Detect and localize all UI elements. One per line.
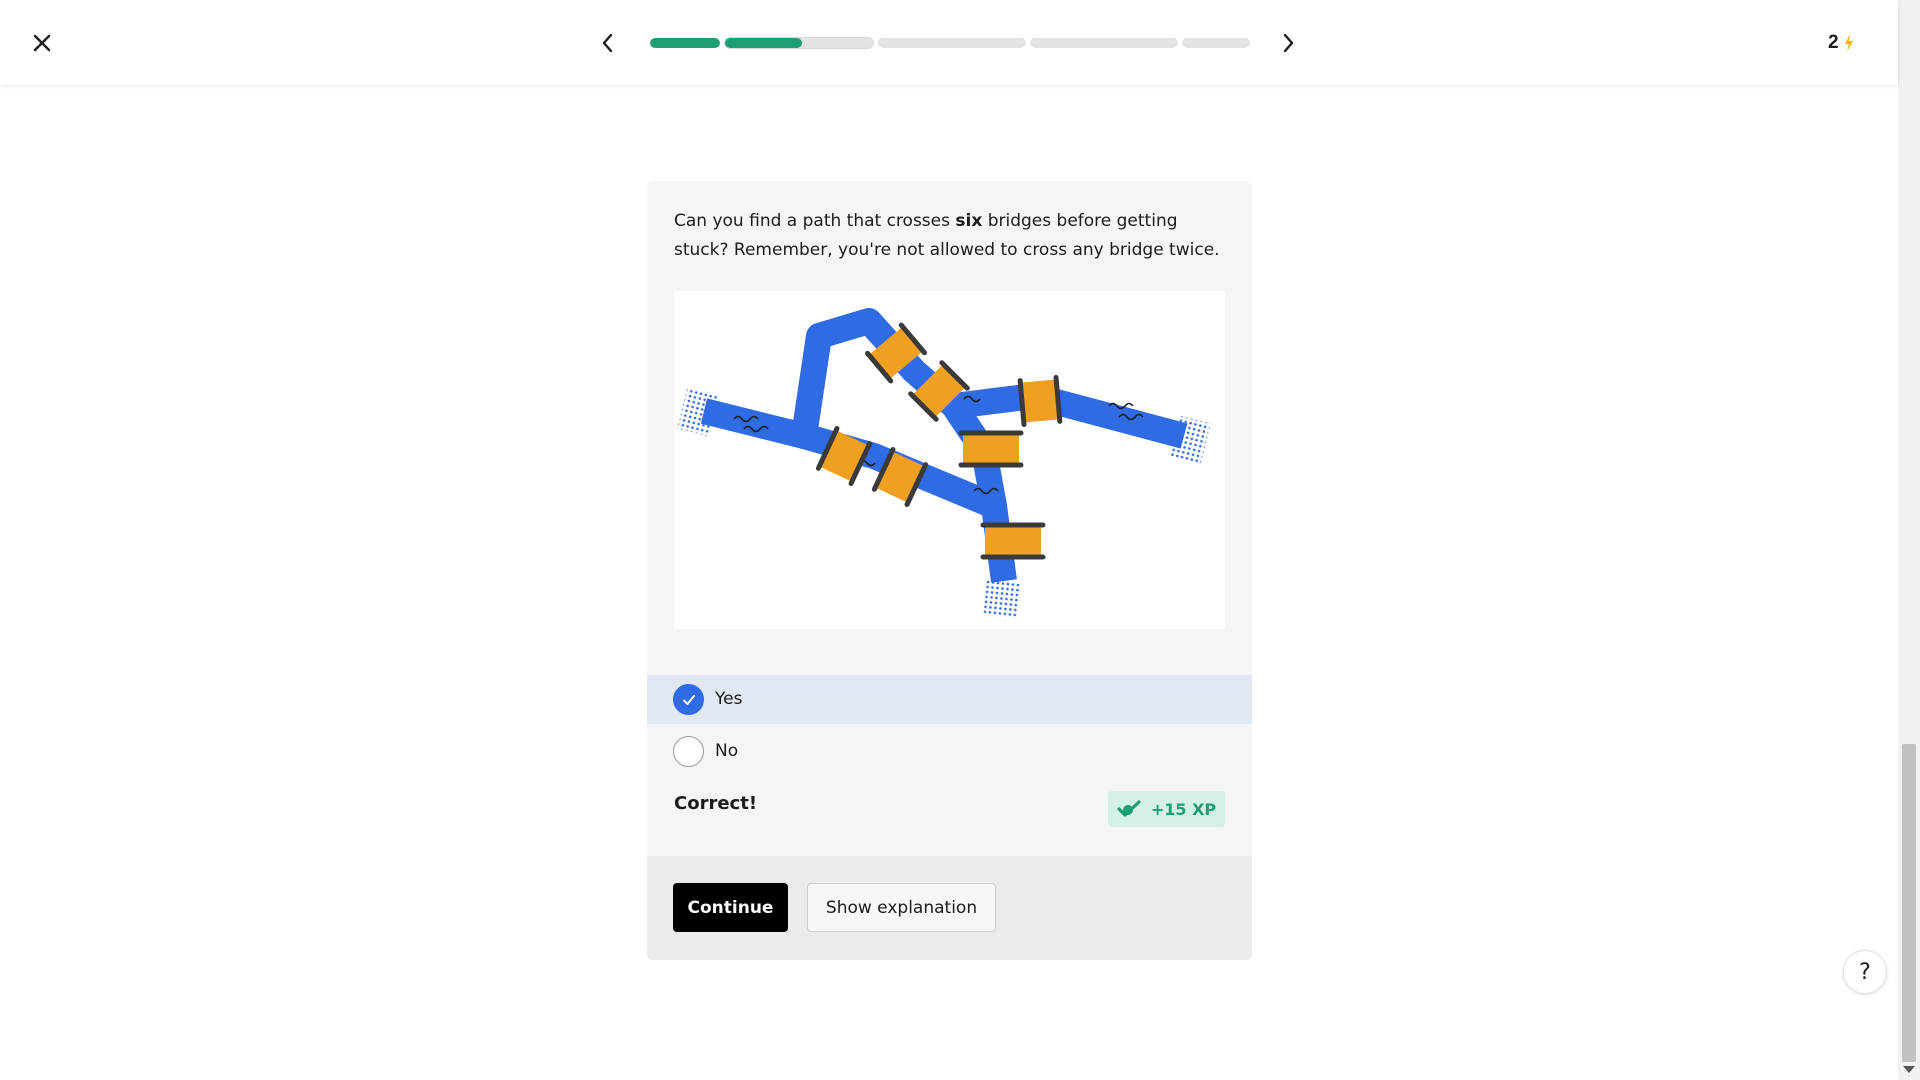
page-scrollbar[interactable] bbox=[1898, 0, 1920, 1080]
progress-segment bbox=[1182, 38, 1250, 48]
option-no[interactable]: No bbox=[647, 727, 1252, 776]
progress-segment-fill bbox=[650, 38, 720, 48]
progress-segment bbox=[725, 38, 873, 48]
progress-segment-fill bbox=[725, 38, 802, 48]
bridge-7 bbox=[980, 522, 1046, 560]
next-button[interactable] bbox=[1274, 29, 1302, 57]
continue-button[interactable]: Continue bbox=[673, 883, 788, 932]
river bbox=[700, 308, 1188, 583]
radio-yes[interactable] bbox=[673, 684, 704, 715]
chevron-left-icon bbox=[602, 33, 613, 53]
check-badge-icon bbox=[1117, 800, 1141, 817]
bridge-4 bbox=[958, 430, 1024, 468]
progress-segment bbox=[1030, 38, 1178, 48]
prompt-emphasis: six bbox=[955, 211, 983, 231]
feedback-result: Correct! bbox=[674, 793, 758, 814]
close-icon bbox=[33, 34, 51, 52]
streak-counter: 2 bbox=[1828, 30, 1855, 56]
previous-button[interactable] bbox=[594, 29, 622, 57]
scroll-down-arrow[interactable] bbox=[1903, 1066, 1915, 1073]
lightning-icon bbox=[1844, 34, 1853, 52]
top-bar: 2 bbox=[0, 0, 1898, 85]
progress-segment bbox=[878, 38, 1026, 48]
show-explanation-button[interactable]: Show explanation bbox=[807, 883, 996, 932]
action-bar: Continue Show explanation bbox=[647, 856, 1252, 960]
river-bridges-illustration bbox=[677, 308, 1211, 617]
question-prompt: Can you find a path that crosses six bri… bbox=[674, 207, 1234, 265]
help-button[interactable]: ? bbox=[1843, 950, 1887, 994]
river-end-west bbox=[677, 387, 719, 437]
close-button[interactable] bbox=[28, 29, 56, 57]
xp-badge: +15 XP bbox=[1108, 791, 1225, 827]
question-card: Can you find a path that crosses six bri… bbox=[647, 181, 1252, 960]
checkmark-icon bbox=[682, 694, 695, 705]
prompt-text: Can you find a path that crosses bbox=[674, 211, 956, 231]
bridge-3 bbox=[1017, 375, 1063, 427]
bridges-figure bbox=[674, 291, 1225, 629]
progress-segment bbox=[650, 38, 720, 48]
lesson-progress bbox=[650, 38, 1250, 48]
option-yes[interactable]: Yes bbox=[647, 675, 1252, 724]
chevron-right-icon bbox=[1283, 33, 1294, 53]
scrollbar-thumb[interactable] bbox=[1902, 744, 1916, 1062]
option-no-label: No bbox=[715, 741, 739, 761]
radio-no[interactable] bbox=[673, 736, 704, 767]
bridges bbox=[815, 322, 1063, 560]
option-yes-label: Yes bbox=[715, 689, 743, 709]
streak-count: 2 bbox=[1828, 32, 1839, 53]
river-end-south bbox=[982, 579, 1022, 617]
xp-amount: +15 XP bbox=[1150, 799, 1217, 819]
